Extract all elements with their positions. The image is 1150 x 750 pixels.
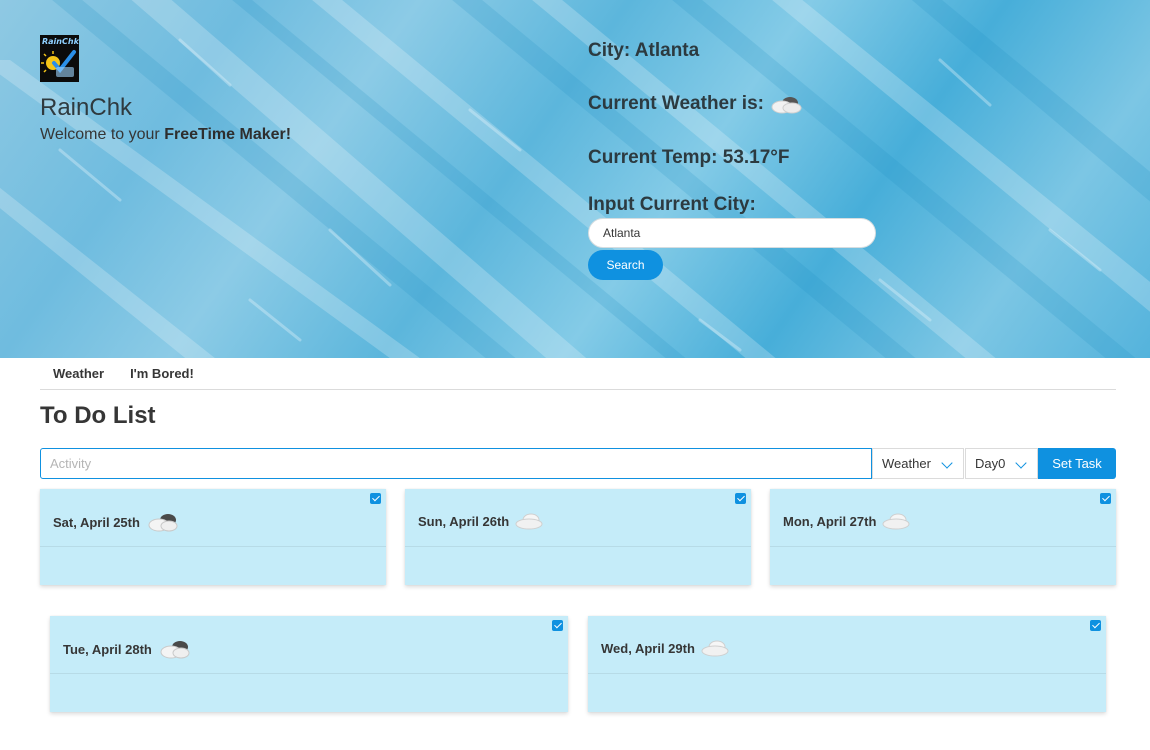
card-date: Mon, April 27th: [783, 511, 914, 531]
card-body: [40, 548, 386, 585]
app-logo: RainChk: [40, 35, 79, 82]
card-checkbox[interactable]: [1100, 493, 1111, 504]
app-subtitle: Welcome to your FreeTime Maker!: [40, 126, 291, 144]
weather-select[interactable]: Weather: [872, 448, 964, 479]
card-body: [50, 675, 568, 712]
forecast-card-day4: Wed, April 29th: [588, 616, 1106, 712]
card-checkbox[interactable]: [552, 620, 563, 631]
chevron-down-icon: [941, 457, 953, 469]
forecast-card-day1: Sun, April 26th: [405, 489, 751, 585]
card-date-label: Wed, April 29th: [601, 640, 695, 656]
card-date: Wed, April 29th: [601, 638, 733, 658]
day-select-value: Day0: [975, 456, 1006, 471]
set-task-button[interactable]: Set Task: [1038, 448, 1116, 479]
tab-im-bored[interactable]: I'm Bored!: [117, 358, 207, 389]
card-date: Sun, April 26th: [418, 511, 547, 531]
tab-weather[interactable]: Weather: [40, 358, 117, 389]
card-date-label: Sun, April 26th: [418, 513, 510, 529]
current-temp: Current Temp: 53.17°F: [588, 147, 790, 168]
card-date: Sat, April 25th: [53, 511, 180, 533]
card-date-label: Mon, April 27th: [783, 513, 877, 529]
cloud-sun-icon: [771, 97, 802, 114]
cloud-icon: [701, 640, 729, 657]
dark-cloud-icon: [160, 641, 190, 659]
card-checkbox[interactable]: [370, 493, 381, 504]
card-date-label: Sat, April 25th: [53, 514, 140, 530]
subtitle-bold: FreeTime Maker!: [164, 126, 292, 143]
forecast-card-day2: Mon, April 27th: [770, 489, 1116, 585]
card-header: Wed, April 29th: [588, 616, 1106, 674]
current-weather-label: Current Weather is:: [588, 93, 764, 114]
card-body: [405, 548, 751, 585]
chevron-down-icon: [1015, 457, 1027, 469]
city-search-input[interactable]: [588, 218, 876, 248]
logo-sun-check-icon: [41, 50, 76, 77]
card-header: Sat, April 25th: [40, 489, 386, 547]
search-button[interactable]: Search: [588, 250, 663, 280]
nav-tabs: Weather I'm Bored!: [40, 358, 1116, 390]
app-title: RainChk: [40, 94, 133, 121]
card-body: [588, 675, 1106, 712]
card-date-label: Tue, April 28th: [63, 641, 152, 657]
current-weather: Current Weather is:: [588, 93, 804, 115]
card-header: Tue, April 28th: [50, 616, 568, 674]
card-checkbox[interactable]: [1090, 620, 1101, 631]
day-select[interactable]: Day0: [965, 448, 1038, 479]
forecast-card-day0: Sat, April 25th: [40, 489, 386, 585]
cloud-icon: [515, 513, 543, 530]
card-date: Tue, April 28th: [63, 638, 192, 660]
card-header: Mon, April 27th: [770, 489, 1116, 547]
hero-banner: RainChk RainChk Welcome to your FreeTime…: [0, 0, 1150, 358]
rain-background: [0, 0, 1150, 358]
todo-title: To Do List: [40, 402, 156, 429]
forecast-card-day3: Tue, April 28th: [50, 616, 568, 712]
city-input-label: Input Current City:: [588, 194, 756, 215]
card-body: [770, 548, 1116, 585]
subtitle-prefix: Welcome to your: [40, 126, 165, 143]
card-header: Sun, April 26th: [405, 489, 751, 547]
cloud-icon: [882, 513, 910, 530]
dark-cloud-icon: [148, 514, 178, 532]
weather-select-value: Weather: [882, 456, 931, 471]
card-checkbox[interactable]: [735, 493, 746, 504]
activity-input[interactable]: [40, 448, 872, 479]
current-city: City: Atlanta: [588, 40, 700, 61]
